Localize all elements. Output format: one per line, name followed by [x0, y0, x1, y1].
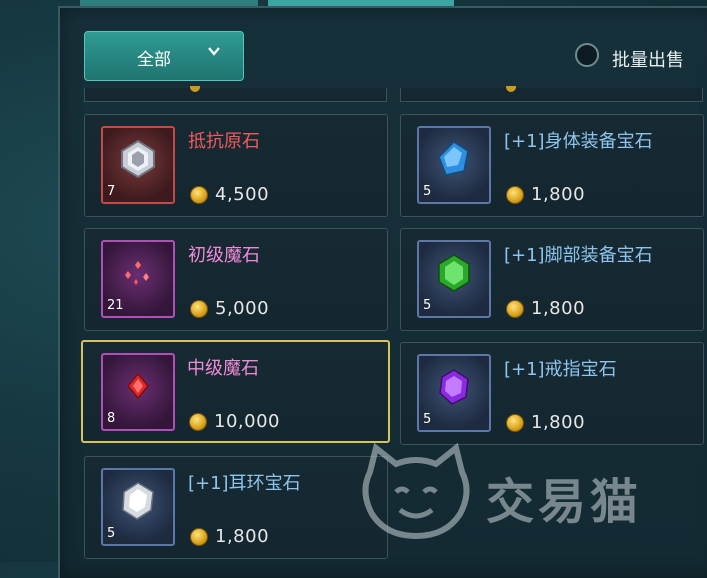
item-icon-frame: 21	[101, 240, 175, 318]
cat-logo-icon	[362, 442, 470, 540]
item-name: 抵抗原石	[188, 131, 260, 152]
item-name: 中级魔石	[187, 358, 259, 379]
red-crystal-icon	[122, 370, 154, 406]
item-count: 5	[423, 298, 432, 313]
coin-icon	[506, 86, 516, 92]
list-item-partial[interactable]	[84, 86, 387, 102]
item-count: 8	[107, 411, 116, 426]
item-slot[interactable]: 5 [+1]耳环宝石 1,800	[84, 456, 388, 559]
item-icon-frame: 5	[417, 240, 491, 318]
item-price: 1,800	[215, 526, 270, 547]
item-name: [+1]脚部装备宝石	[504, 245, 653, 266]
item-price: 4,500	[215, 184, 270, 205]
item-price: 10,000	[214, 411, 280, 432]
item-price: 1,800	[531, 298, 586, 319]
chevron-down-icon	[207, 44, 221, 62]
coin-icon	[506, 186, 524, 204]
item-count: 21	[107, 298, 124, 313]
item-slot[interactable]: 5 [+1]脚部装备宝石 1,800	[400, 228, 704, 331]
item-count: 7	[107, 184, 116, 199]
item-name: 初级魔石	[188, 245, 260, 266]
coin-icon	[506, 414, 524, 432]
filter-label: 全部	[137, 50, 171, 70]
coin-icon	[506, 300, 524, 318]
coin-icon	[190, 528, 208, 546]
item-icon-frame: 8	[101, 353, 175, 431]
coin-icon	[190, 86, 200, 92]
item-slot-selected[interactable]: 8 中级魔石 10,000	[81, 340, 390, 443]
list-item-partial[interactable]	[400, 86, 703, 102]
item-count: 5	[107, 526, 116, 541]
silver-ore-icon	[116, 137, 160, 185]
red-sparkle-shards-icon	[118, 253, 158, 297]
item-icon-frame: 5	[417, 354, 491, 432]
item-icon-frame: 7	[101, 126, 175, 204]
item-name: [+1]身体装备宝石	[504, 131, 653, 152]
item-count: 5	[423, 412, 432, 427]
item-icon-frame: 5	[417, 126, 491, 204]
bulk-sell-label[interactable]: 批量出售	[612, 46, 684, 72]
filter-dropdown[interactable]: 全部	[84, 31, 244, 81]
green-gem-icon	[433, 252, 475, 298]
item-name: [+1]耳环宝石	[188, 473, 301, 494]
purple-gem-icon	[434, 367, 474, 411]
watermark-text: 交易猫	[486, 474, 643, 530]
blue-gem-icon	[434, 139, 474, 183]
coin-icon	[190, 186, 208, 204]
item-slot[interactable]: 5 [+1]戒指宝石 1,800	[400, 342, 704, 445]
item-price: 1,800	[531, 412, 586, 433]
item-slot[interactable]: 21 初级魔石 5,000	[84, 228, 388, 331]
coin-icon	[189, 413, 207, 431]
item-count: 5	[423, 184, 432, 199]
coin-icon	[190, 300, 208, 318]
item-price: 5,000	[215, 298, 270, 319]
item-icon-frame: 5	[101, 468, 175, 546]
white-gem-icon	[117, 480, 159, 526]
item-slot[interactable]: 7 抵抗原石 4,500	[84, 114, 388, 217]
bulk-sell-radio[interactable]	[575, 43, 599, 67]
item-slot[interactable]: 5 [+1]身体装备宝石 1,800	[400, 114, 704, 217]
item-price: 1,800	[531, 184, 586, 205]
item-name: [+1]戒指宝石	[504, 359, 617, 380]
watermark: 交易猫	[356, 442, 676, 542]
